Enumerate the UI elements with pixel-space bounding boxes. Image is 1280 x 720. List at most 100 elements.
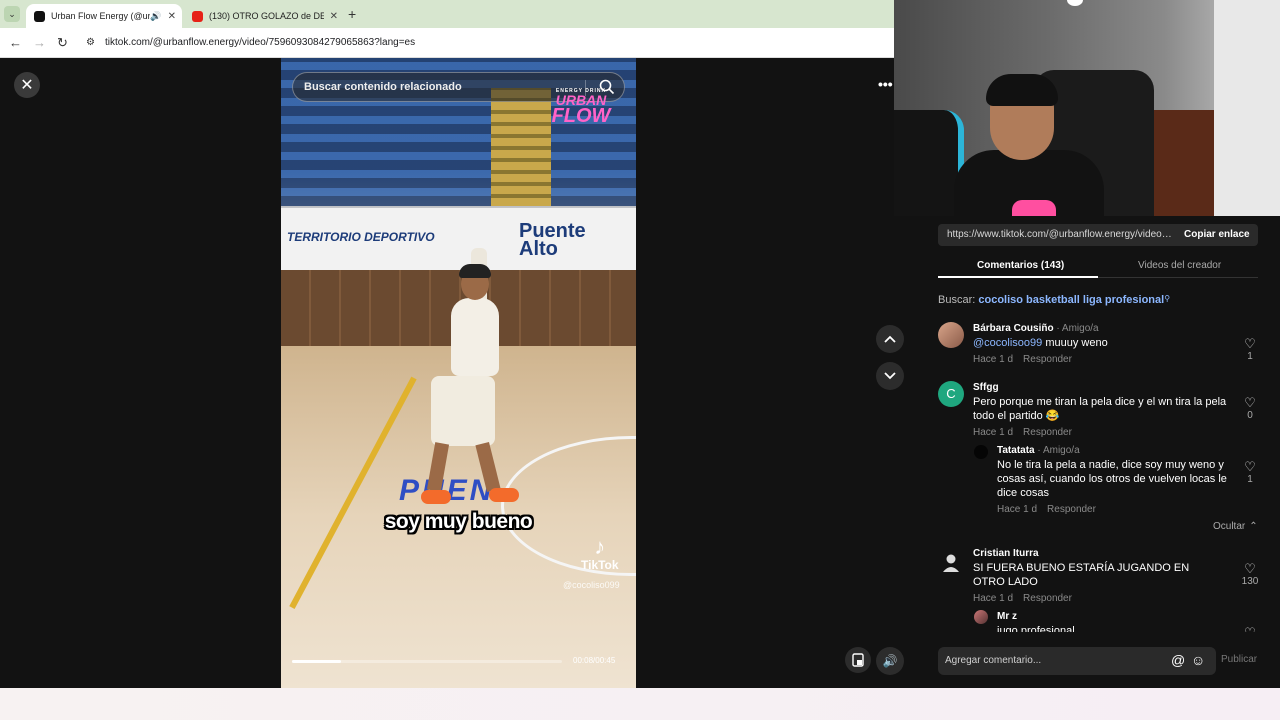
reload-icon[interactable]: ↻ xyxy=(57,35,68,51)
back-icon[interactable]: ← xyxy=(9,35,22,50)
comment-time: Hace 1 d xyxy=(973,354,1014,365)
new-tab-button[interactable]: + xyxy=(348,6,356,22)
reply-button[interactable]: Responder xyxy=(1023,427,1072,438)
site-info-icon[interactable]: ⚙ xyxy=(86,37,95,48)
avatar[interactable] xyxy=(974,610,988,624)
bottom-strip xyxy=(0,688,1280,720)
like-button[interactable]: ♡ 130 xyxy=(1240,561,1260,588)
comment-username[interactable]: Bárbara Cousiño · Amigo/a xyxy=(973,323,1099,334)
video-player[interactable]: TERRITORIO DEPORTIVO Puente Alto PUEN Bu… xyxy=(281,58,636,688)
like-button[interactable]: ♡ 1 xyxy=(1240,460,1260,486)
comment-username[interactable]: Sffgg xyxy=(973,382,999,393)
chevron-up-icon: ⌃ xyxy=(1249,521,1258,532)
tab-list-chevron-icon[interactable]: ⌄ xyxy=(4,6,20,22)
mention-at-icon[interactable]: @ xyxy=(1171,652,1185,668)
webcam-wall xyxy=(1214,0,1280,216)
avatar[interactable] xyxy=(938,322,964,348)
webcam-person-hair xyxy=(986,74,1058,106)
hide-replies-button[interactable]: Ocultar ⌃ xyxy=(1213,521,1268,532)
friend-tag: · Amigo/a xyxy=(1053,323,1099,334)
youtube-favicon-icon xyxy=(192,10,203,22)
comment-meta: Hace 1 d Responder xyxy=(973,354,1082,365)
address-bar: ← → ↻ ⚙ tiktok.com/@urbanflow.energy/vid… xyxy=(0,28,894,58)
banner-left-text: TERRITORIO DEPORTIVO xyxy=(287,230,435,244)
reply-button[interactable]: Responder xyxy=(1047,504,1096,515)
reply-button[interactable]: Responder xyxy=(1023,593,1072,604)
publish-button[interactable]: Publicar xyxy=(1221,654,1257,665)
tiktok-watermark: ♪ TikTok xyxy=(581,536,619,573)
comment-time: Hace 1 d xyxy=(973,593,1014,604)
tab-title: (130) OTRO GOLAZO de DECLA xyxy=(209,11,324,21)
watermark-text: TikTok xyxy=(581,558,619,572)
username-text: Bárbara Cousiño xyxy=(973,323,1054,334)
like-button[interactable]: ♡ xyxy=(1240,626,1260,632)
close-tab-icon[interactable]: ✕ xyxy=(330,11,338,22)
close-icon[interactable]: ✕ xyxy=(14,72,40,98)
comment-text: No le tira la pela a nadie, dice soy muy… xyxy=(997,459,1227,499)
video-progress-bar[interactable] xyxy=(292,660,562,663)
url-field[interactable]: tiktok.com/@urbanflow.energy/video/75960… xyxy=(105,37,415,48)
comment-composer: Agregar comentario... @ ☺ Publicar xyxy=(918,646,1280,688)
comment-time: Hace 1 d xyxy=(997,504,1038,515)
forward-icon[interactable]: → xyxy=(33,35,46,50)
comment-text: SI FUERA BUENO ESTARÍA JUGANDO EN OTRO L… xyxy=(973,562,1190,588)
chevron-down-icon xyxy=(884,372,896,380)
speaker-icon[interactable]: 🔊 xyxy=(150,11,161,22)
tab-comments[interactable]: Comentarios (143) xyxy=(977,260,1064,271)
banner-right-text: Puente Alto xyxy=(519,220,586,260)
volume-button[interactable]: 🔊 xyxy=(876,647,904,675)
creator-handle: @cocoliso099 xyxy=(563,580,620,590)
heart-icon: ♡ xyxy=(1244,336,1256,351)
reply-button[interactable]: Responder xyxy=(1023,354,1072,365)
more-options-icon[interactable]: ••• xyxy=(878,76,893,92)
search-placeholder: Buscar contenido relacionado xyxy=(304,81,462,93)
court-banner: TERRITORIO DEPORTIVO Puente Alto xyxy=(281,208,636,270)
player-shorts xyxy=(431,376,495,446)
tab-creator-videos[interactable]: Videos del creador xyxy=(1138,260,1221,271)
comment-meta: Hace 1 d Responder xyxy=(973,593,1082,604)
comments-panel: https://www.tiktok.com/@urbanflow.energy… xyxy=(918,216,1280,688)
comment-meta: Hace 1 d Responder xyxy=(973,427,1082,438)
comment-input[interactable]: Agregar comentario... @ ☺ xyxy=(938,647,1216,675)
heart-icon: ♡ xyxy=(1244,561,1256,576)
avatar[interactable]: C xyxy=(938,381,964,407)
player-body xyxy=(451,298,499,376)
next-video-button[interactable] xyxy=(876,362,904,390)
comment-placeholder: Agregar comentario... xyxy=(945,655,1042,666)
previous-video-button[interactable] xyxy=(876,325,904,353)
search-query-link[interactable]: cocoliso basketball liga profesional xyxy=(978,294,1164,306)
picture-in-picture-button[interactable] xyxy=(845,647,871,673)
avatar[interactable] xyxy=(974,445,988,459)
mention-link[interactable]: @cocolisoo99 xyxy=(973,337,1042,349)
friend-tag: · Amigo/a xyxy=(1034,445,1080,456)
like-count: 130 xyxy=(1241,576,1259,587)
comment-text: Pero porque me tiran la pela dice y el w… xyxy=(973,396,1227,422)
active-tab-indicator xyxy=(938,276,1098,278)
comment-username[interactable]: Cristian Iturra xyxy=(973,548,1039,559)
like-count: 1 xyxy=(1247,474,1253,485)
comment-text: @cocolisoo99 muuuy weno xyxy=(973,336,1223,350)
comment-username[interactable]: Mr z xyxy=(997,611,1017,622)
tiktok-favicon-icon xyxy=(34,10,45,22)
tab-urban-flow[interactable]: Urban Flow Energy (@urban 🔊 ✕ xyxy=(26,4,182,28)
username-text: Tatatata xyxy=(997,445,1035,456)
comment-username[interactable]: Tatatata · Amigo/a xyxy=(997,445,1080,456)
player-shoe xyxy=(421,490,451,504)
chevron-up-icon xyxy=(884,335,896,343)
hide-replies-label: Ocultar xyxy=(1213,521,1246,532)
close-tab-icon[interactable]: ✕ xyxy=(168,11,176,22)
tab-youtube[interactable]: (130) OTRO GOLAZO de DECLA ✕ xyxy=(184,4,344,28)
like-button[interactable]: ♡ 1 xyxy=(1240,336,1260,363)
comment-meta: Hace 1 d Responder xyxy=(997,504,1106,515)
video-caption: soy muy bueno xyxy=(384,510,533,533)
default-avatar-icon[interactable] xyxy=(942,553,960,573)
urban-flow-logo: ENERGY DRINK URBAN FLOW xyxy=(551,88,611,138)
share-link-url[interactable]: https://www.tiktok.com/@urbanflow.energy… xyxy=(947,229,1172,240)
comment-body: muuuy weno xyxy=(1042,337,1108,349)
copy-link-button[interactable]: Copiar enlace xyxy=(1184,229,1250,240)
like-button[interactable]: ♡ 0 xyxy=(1240,396,1260,422)
like-count: 1 xyxy=(1247,351,1253,362)
webcam-pink-object xyxy=(1012,200,1056,216)
related-search[interactable]: Buscar: cocoliso basketball liga profesi… xyxy=(938,294,1170,306)
emoji-icon[interactable]: ☺ xyxy=(1191,652,1205,668)
